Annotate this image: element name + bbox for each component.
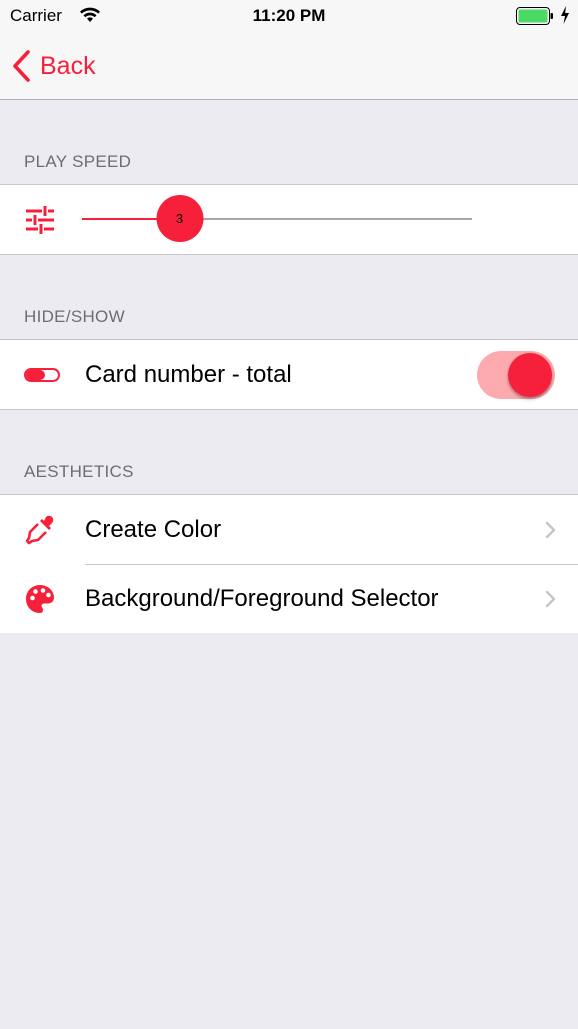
card-number-row: Card number - total (0, 340, 578, 409)
clock-time: 11:20 PM (252, 6, 326, 25)
create-color-row[interactable]: Create Color (0, 495, 578, 564)
toggle-switch-icon (24, 367, 60, 383)
back-button[interactable]: Back (12, 50, 96, 82)
aesthetics-group: Create Color Background/Foreground Selec… (0, 494, 578, 633)
section-header-aesthetics: AESTHETICS (24, 462, 134, 481)
slider-thumb[interactable]: 3 (156, 195, 203, 242)
chevron-right-icon (545, 590, 556, 608)
play-speed-slider[interactable]: 3 (82, 195, 472, 242)
toggle-knob (508, 353, 552, 397)
section-header-play-speed: PLAY SPEED (24, 152, 132, 171)
navigation-bar: Back (0, 32, 578, 100)
create-color-label: Create Color (85, 515, 222, 543)
status-bar: Carrier 11:20 PM (0, 0, 578, 32)
sliders-icon (24, 205, 56, 235)
play-speed-group: 3 (0, 184, 578, 255)
hide-show-group: Card number - total (0, 339, 578, 410)
battery-icon (516, 7, 554, 30)
chevron-left-icon (12, 50, 32, 82)
play-speed-row: 3 (0, 185, 578, 254)
card-number-label: Card number - total (85, 360, 292, 388)
charging-bolt-icon (560, 6, 570, 29)
chevron-right-icon (545, 521, 556, 539)
section-header-hide-show: HIDE/SHOW (24, 307, 125, 326)
back-label: Back (40, 51, 96, 80)
bg-fg-selector-row[interactable]: Background/Foreground Selector (0, 564, 578, 633)
card-number-toggle[interactable] (477, 351, 555, 399)
palette-icon (24, 583, 56, 615)
slider-value: 3 (175, 211, 184, 226)
bg-fg-selector-label: Background/Foreground Selector (85, 584, 439, 612)
eyedropper-icon (24, 514, 56, 546)
